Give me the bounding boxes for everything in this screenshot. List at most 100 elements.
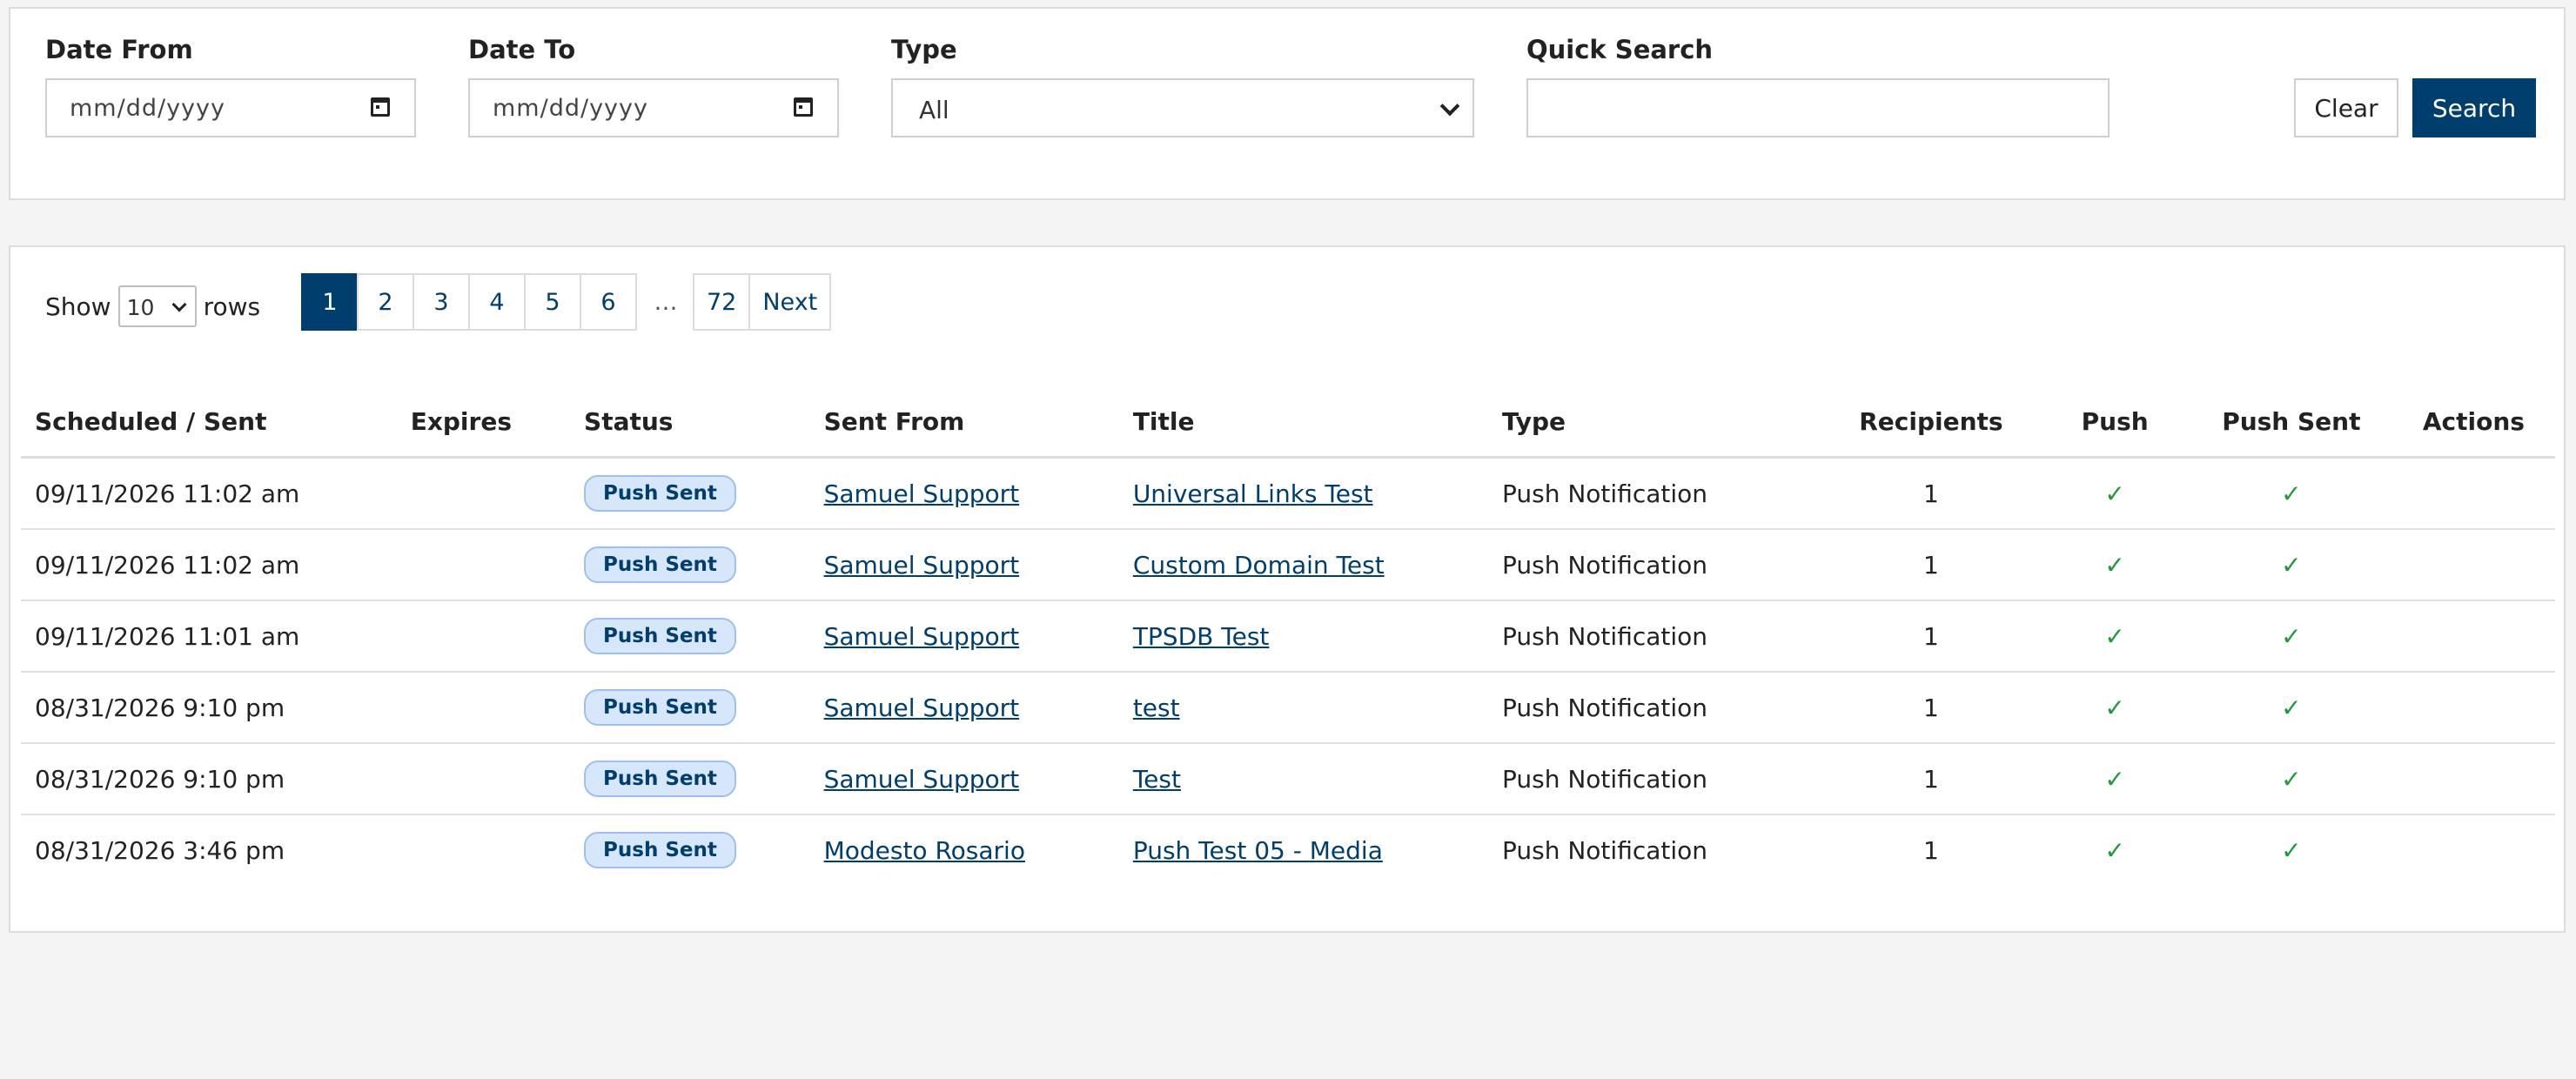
sent-from-link[interactable]: Samuel Support bbox=[824, 694, 1020, 722]
push-sent-cell: ✓ bbox=[2190, 600, 2392, 673]
rows-label: rows bbox=[203, 292, 261, 321]
column-header[interactable]: Sent From bbox=[809, 386, 1119, 459]
column-header[interactable]: Recipients bbox=[1822, 386, 2040, 459]
title-link[interactable]: test bbox=[1133, 694, 1180, 722]
page-button-5[interactable]: 5 bbox=[524, 273, 581, 331]
calendar-icon[interactable] bbox=[794, 97, 813, 117]
push-cell: ✓ bbox=[2039, 814, 2190, 885]
column-header[interactable]: Title bbox=[1118, 386, 1488, 459]
expires-cell bbox=[396, 743, 571, 815]
checkmark-icon: ✓ bbox=[2104, 764, 2125, 794]
sent-from-cell: Samuel Support bbox=[809, 743, 1119, 815]
sent-from-link[interactable]: Samuel Support bbox=[824, 622, 1020, 651]
checkmark-icon: ✓ bbox=[2104, 550, 2125, 580]
sent-from-cell: Modesto Rosario bbox=[810, 814, 1119, 885]
type-cell: Push Notification bbox=[1501, 835, 1708, 865]
checkmark-icon: ✓ bbox=[2281, 764, 2302, 794]
results-panel: Show 10 rows 1 2 3 4 5 6… 72 Next Scheduled / S… bbox=[9, 245, 2566, 933]
title-link[interactable]: TPSDB Test bbox=[1133, 622, 1270, 651]
checkmark-icon: ✓ bbox=[2104, 621, 2125, 651]
title-cell: test bbox=[1118, 672, 1488, 744]
page-button-2[interactable]: 2 bbox=[357, 273, 414, 331]
table-row: 08/31/2026 9:10 pm Push Sent Samuel Suppor… bbox=[21, 672, 2555, 744]
table-row: 08/31/2026 3:46 pm Push Sent Modesto Rosar… bbox=[21, 814, 2555, 885]
recipients-cell: 1 bbox=[1822, 457, 2040, 530]
sent-from-cell: Samuel Support bbox=[809, 600, 1119, 673]
page-button-3[interactable]: 3 bbox=[413, 273, 470, 331]
sent-from-link[interactable]: Samuel Support bbox=[824, 479, 1020, 508]
column-header[interactable]: Expires bbox=[396, 386, 571, 459]
sent-from-cell: Samuel Support bbox=[809, 457, 1119, 530]
checkmark-icon: ✓ bbox=[2281, 693, 2302, 722]
title-link[interactable]: Custom Domain Test bbox=[1133, 551, 1385, 580]
push-cell: ✓ bbox=[2039, 529, 2190, 601]
page-button-4[interactable]: 4 bbox=[468, 273, 526, 331]
rows-per-page-select[interactable]: 10 bbox=[117, 285, 197, 327]
recipients-cell: 1 bbox=[1822, 743, 2040, 815]
actions-cell bbox=[2392, 672, 2555, 744]
page-button-last[interactable]: 72 bbox=[693, 273, 751, 331]
checkmark-icon: ✓ bbox=[2104, 479, 2125, 508]
sent-from-link[interactable]: Samuel Support bbox=[824, 765, 1020, 794]
search-button[interactable]: Search bbox=[2412, 78, 2536, 137]
calendar-icon[interactable] bbox=[371, 97, 390, 117]
type-select[interactable]: All bbox=[891, 78, 1474, 137]
expires-cell bbox=[396, 600, 571, 673]
title-cell: TPSDB Test bbox=[1118, 600, 1488, 673]
type-select-value: All bbox=[919, 96, 949, 124]
sent-from-cell: Samuel Support bbox=[809, 529, 1119, 601]
status-badge: Push Sent bbox=[584, 689, 736, 726]
status-cell: Push Sent bbox=[570, 529, 810, 601]
sent-from-link[interactable]: Samuel Support bbox=[824, 551, 1020, 580]
column-header[interactable]: Actions bbox=[2392, 386, 2555, 459]
quick-search-input[interactable] bbox=[1526, 78, 2110, 137]
title-link[interactable]: Test bbox=[1133, 765, 1181, 794]
title-cell: Universal Links Test bbox=[1118, 457, 1488, 530]
clear-button[interactable]: Clear bbox=[2294, 78, 2398, 137]
pagination: 1 2 3 4 5 6… 72 Next bbox=[301, 273, 832, 331]
push-cell: ✓ bbox=[2039, 672, 2190, 744]
date-from-input[interactable]: mm/dd/yyyy bbox=[45, 78, 416, 137]
page-button-1[interactable]: 1 bbox=[301, 273, 359, 331]
actions-cell bbox=[2392, 600, 2555, 673]
title-link[interactable]: Universal Links Test bbox=[1133, 479, 1373, 508]
table-row: 08/31/2026 9:10 pm Push Sent Samuel Suppor… bbox=[21, 743, 2555, 815]
push-sent-cell: ✓ bbox=[2190, 529, 2392, 601]
actions-cell bbox=[2392, 743, 2555, 815]
column-header[interactable]: Type bbox=[1487, 386, 1823, 459]
status-cell: Push Sent bbox=[570, 743, 810, 815]
status-cell: Push Sent bbox=[570, 672, 810, 744]
rows-per-page-control: Show 10 rows bbox=[45, 285, 260, 327]
actions-cell bbox=[2392, 814, 2555, 885]
filter-panel: Date From mm/dd/yyyy Date To mm/dd/yyyy … bbox=[9, 7, 2566, 200]
column-header[interactable]: Scheduled / Sent bbox=[21, 386, 397, 459]
sent-from-link[interactable]: Modesto Rosario bbox=[824, 836, 1025, 865]
date-from-label: Date From bbox=[45, 35, 193, 64]
date-from-placeholder: mm/dd/yyyy bbox=[70, 95, 225, 122]
date-to-label: Date To bbox=[468, 35, 576, 64]
checkmark-icon: ✓ bbox=[2281, 835, 2302, 865]
column-header[interactable]: Push Sent bbox=[2190, 386, 2392, 459]
rows-per-page-value: 10 bbox=[126, 295, 155, 320]
date-to-input[interactable]: mm/dd/yyyy bbox=[468, 78, 839, 137]
status-cell: Push Sent bbox=[570, 814, 810, 885]
expires-cell bbox=[397, 814, 570, 885]
column-header[interactable]: Status bbox=[570, 386, 810, 459]
table-row: 09/11/2026 11:01 am Push Sent Samuel Suppo… bbox=[21, 600, 2555, 673]
column-header[interactable]: Push bbox=[2039, 386, 2190, 459]
status-badge: Push Sent bbox=[584, 761, 736, 797]
checkmark-icon: ✓ bbox=[2104, 835, 2125, 865]
table-body: 09/11/2026 11:02 am Push Sent Samuel Suppo… bbox=[21, 457, 2555, 886]
push-sent-cell: ✓ bbox=[2190, 814, 2392, 885]
title-cell: Test bbox=[1118, 743, 1488, 815]
table-row: 09/11/2026 11:02 am Push Sent Samuel Suppo… bbox=[21, 457, 2555, 530]
scheduled-cell: 09/11/2026 11:02 am bbox=[21, 529, 397, 601]
type-cell: Push Notification bbox=[1487, 743, 1823, 815]
checkmark-icon: ✓ bbox=[2281, 550, 2302, 580]
scheduled-cell: 08/31/2026 9:10 pm bbox=[21, 743, 397, 815]
actions-cell bbox=[2392, 529, 2555, 601]
page-button-6[interactable]: 6 bbox=[580, 273, 637, 331]
title-link[interactable]: Push Test 05 - Media bbox=[1133, 836, 1383, 865]
next-page-button[interactable]: Next bbox=[748, 273, 832, 331]
status-badge: Push Sent bbox=[584, 618, 736, 654]
